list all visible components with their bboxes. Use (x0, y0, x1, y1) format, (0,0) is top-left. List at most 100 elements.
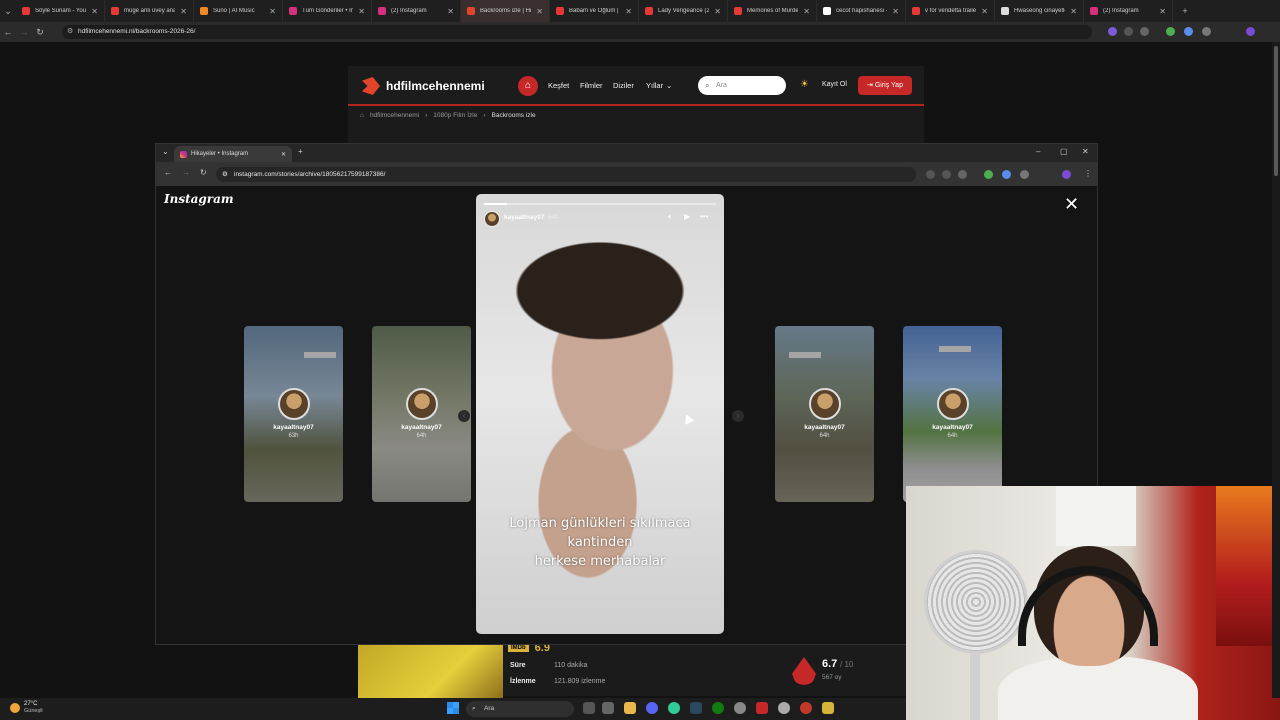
instagram-logo[interactable]: Instagram (164, 192, 234, 206)
app-icon[interactable] (800, 702, 812, 714)
back-button[interactable]: ← (164, 168, 172, 177)
browser-tab[interactable]: v for vendetta traile ✕ (906, 0, 995, 22)
scrollbar-thumb[interactable] (1274, 46, 1278, 176)
close-tab-icon[interactable]: ✕ (447, 7, 454, 16)
close-tab-icon[interactable]: ✕ (91, 7, 98, 16)
avatar[interactable] (484, 211, 500, 227)
browser-tab[interactable]: Lady Vengeance (2(✕ (639, 0, 728, 22)
inner-url-bar[interactable]: ⚙ instagram.com/stories/archive/18056217… (216, 167, 916, 182)
settings-gear-icon[interactable] (734, 702, 746, 714)
close-tab-icon[interactable]: ✕ (803, 7, 810, 16)
profile-avatar[interactable] (1062, 170, 1071, 179)
steam-icon[interactable] (690, 702, 702, 714)
puzzle-icon[interactable] (1020, 170, 1029, 179)
mute-icon[interactable]: 🔈︎ (668, 212, 673, 222)
task-view-icon[interactable] (583, 702, 595, 714)
forward-button[interactable]: → (182, 168, 190, 177)
file-explorer-icon[interactable] (624, 702, 636, 714)
close-tab-icon[interactable]: ✕ (714, 7, 721, 16)
breadcrumb-item[interactable]: hdfilmcehennemi (370, 112, 419, 119)
star-icon[interactable] (1140, 27, 1149, 36)
url-bar[interactable]: ⚙ hdfilmcehennemi.nl/backrooms-2026-26/ (62, 25, 1092, 39)
taskbar-search[interactable]: ⌕ Ara (466, 701, 574, 717)
story-thumb[interactable]: kayaaltnay07 64h (372, 326, 471, 502)
browser-tab[interactable]: Hwaseong cinayetle ✕ (995, 0, 1084, 22)
weather-widget[interactable]: 27°C Güneşli (10, 701, 43, 715)
close-window-button[interactable]: ✕ (1082, 147, 1089, 156)
next-story-icon[interactable]: › (732, 410, 744, 422)
site-logo[interactable]: hdfilmcehennemi (362, 77, 485, 95)
nav-diziler[interactable]: Diziler (613, 81, 634, 90)
tab-list-button[interactable]: ⌄ (0, 6, 16, 17)
close-tab-icon[interactable]: ✕ (281, 151, 286, 158)
close-tab-icon[interactable]: ✕ (536, 7, 543, 16)
browser-tab[interactable]: Backrooms izle | Hd ✕ (461, 0, 550, 22)
browser-tab[interactable]: Söyle Sunam - YouT ✕ (16, 0, 105, 22)
site-info-icon[interactable]: ⚙ (222, 167, 228, 182)
breadcrumb-item[interactable]: 1080p Film İzle (433, 112, 477, 119)
nav-filmler[interactable]: Filmler (580, 81, 603, 90)
menu-icon[interactable]: ⋮ (1084, 169, 1092, 178)
app-icon[interactable] (756, 702, 768, 714)
browser-tab[interactable]: cecot hapishanesi - ✕ (817, 0, 906, 22)
discord-icon[interactable] (646, 702, 658, 714)
new-tab-button[interactable]: + (298, 147, 303, 156)
browser-tab[interactable]: (2) Instagram ✕ (1084, 0, 1173, 22)
site-info-icon[interactable]: ⚙ (67, 25, 73, 39)
tab-instagram-stories[interactable]: Hikayeler • Instagram ✕ (174, 146, 292, 162)
obs-icon[interactable] (778, 702, 790, 714)
home-button[interactable]: ⌂ (518, 76, 538, 96)
browser-tab[interactable]: Memories of Murde ✕ (728, 0, 817, 22)
forward-button[interactable]: → (16, 27, 32, 37)
browser-tab[interactable]: müge anlı üvey ana ✕ (105, 0, 194, 22)
browser-tab[interactable]: Babam ve Oğlum | ✕ (550, 0, 639, 22)
close-tab-icon[interactable]: ✕ (625, 7, 632, 16)
close-icon[interactable]: ✕ (1064, 194, 1079, 215)
close-tab-icon[interactable]: ✕ (1159, 7, 1166, 16)
site-search-input[interactable]: ⌕ Ara (698, 76, 786, 95)
tab-list-button[interactable]: ⌄ (162, 147, 169, 156)
story-username[interactable]: kayaaltnay07 (504, 214, 544, 221)
cast-icon[interactable] (926, 170, 935, 179)
shield-extension-icon[interactable] (1166, 27, 1175, 36)
extension-icon[interactable] (1108, 27, 1117, 36)
story-thumb[interactable]: kayaaltnay07 64h (903, 326, 1002, 502)
story-thumb[interactable]: kayaaltnay07 64h (775, 326, 874, 502)
shield-extension-icon[interactable] (984, 170, 993, 179)
chrome-icon[interactable] (668, 702, 680, 714)
play-icon[interactable]: ▶ (684, 212, 690, 221)
close-tab-icon[interactable]: ✕ (981, 7, 988, 16)
story-thumb[interactable]: kayaaltnay07 63h (244, 326, 343, 502)
close-tab-icon[interactable]: ✕ (892, 7, 899, 16)
maximize-button[interactable]: ▢ (1060, 147, 1068, 156)
close-tab-icon[interactable]: ✕ (180, 7, 187, 16)
vpn-extension-icon[interactable] (1184, 27, 1193, 36)
close-tab-icon[interactable]: ✕ (269, 7, 276, 16)
browser-tab[interactable]: Tüm Gönderiler • In ✕ (283, 0, 372, 22)
star-icon[interactable] (958, 170, 967, 179)
app-icon[interactable] (822, 702, 834, 714)
signup-link[interactable]: Kayıt Ol (822, 81, 847, 88)
movie-poster[interactable] (358, 645, 503, 701)
xbox-icon[interactable] (712, 702, 724, 714)
theme-toggle-icon[interactable]: ☀ (800, 79, 809, 90)
close-tab-icon[interactable]: ✕ (1070, 7, 1077, 16)
previous-story-icon[interactable]: ‹ (458, 410, 470, 422)
reload-button[interactable]: ↻ (32, 27, 48, 38)
browser-tab[interactable]: (2) Instagram ✕ (372, 0, 461, 22)
browser-tab[interactable]: Suno | AI Music ✕ (194, 0, 283, 22)
home-icon[interactable]: ⌂ (360, 112, 364, 119)
puzzle-icon[interactable] (1202, 27, 1211, 36)
vpn-extension-icon[interactable] (1002, 170, 1011, 179)
new-tab-button[interactable]: + (1177, 6, 1193, 16)
minimize-button[interactable]: – (1036, 147, 1040, 156)
nav-yillar[interactable]: Yıllar (646, 81, 663, 90)
windows-start-icon[interactable] (447, 702, 459, 714)
store-icon[interactable] (602, 702, 614, 714)
login-button[interactable]: ⇥ Giriş Yap (858, 76, 912, 95)
more-options-icon[interactable]: ••• (700, 212, 708, 221)
nav-kesfet[interactable]: Keşfet (548, 81, 569, 90)
reload-button[interactable]: ↻ (200, 168, 207, 177)
profile-avatar[interactable] (1246, 27, 1255, 36)
eye-off-icon[interactable] (1124, 27, 1133, 36)
